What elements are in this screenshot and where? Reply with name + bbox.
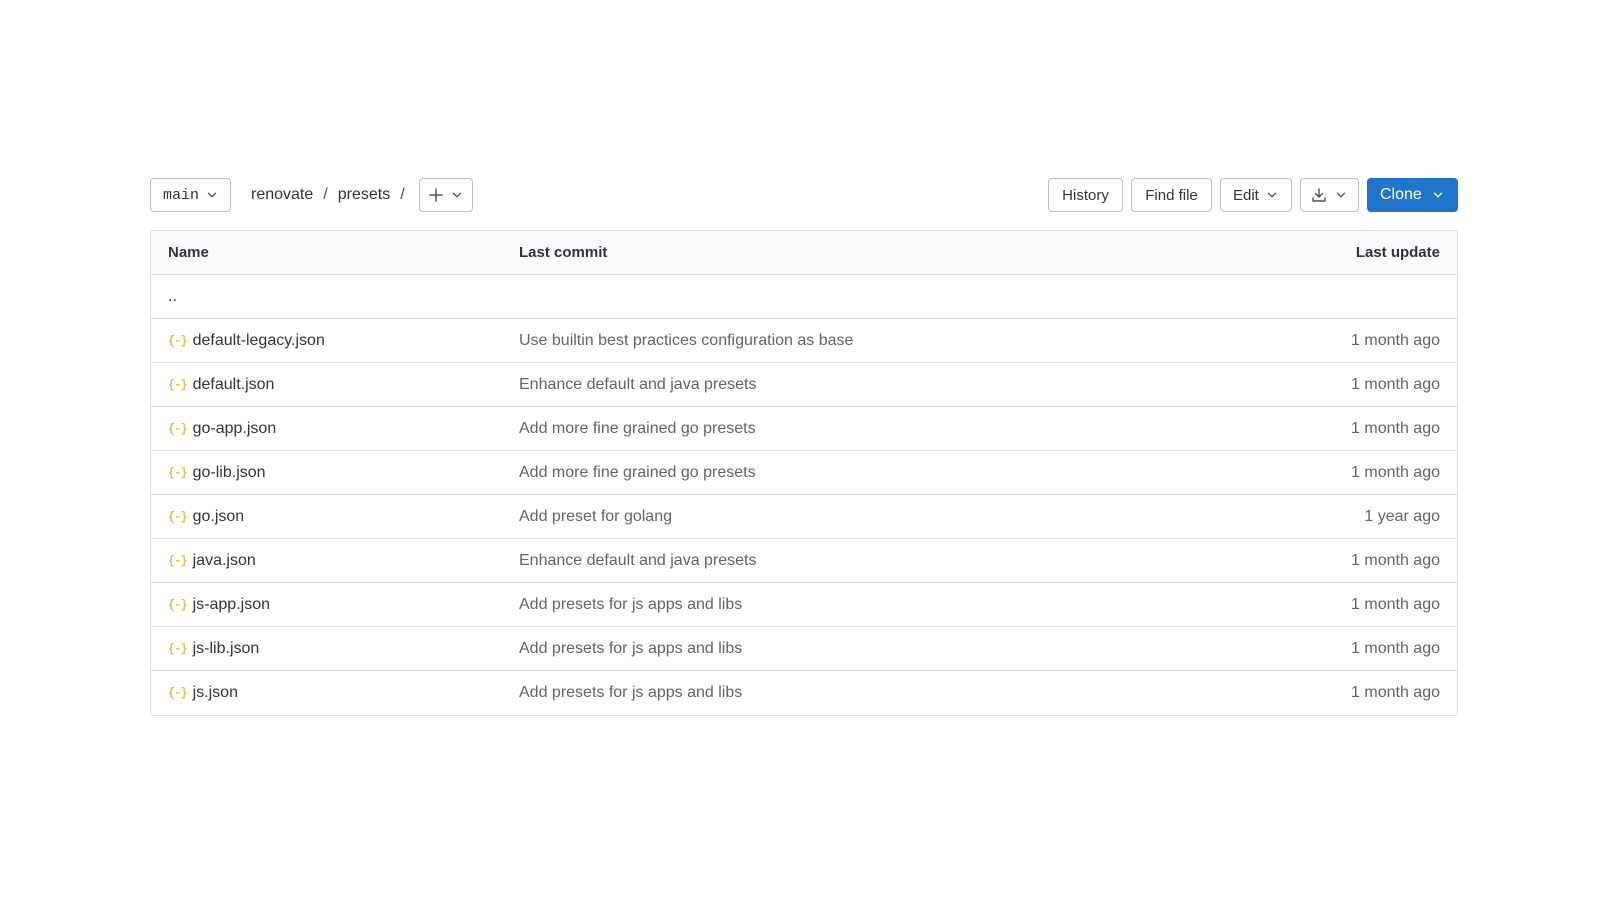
json-file-icon: {-} — [168, 553, 188, 568]
last-update-time: 1 month ago — [1351, 419, 1440, 437]
parent-directory-row[interactable]: .. — [151, 275, 1457, 319]
file-link[interactable]: java.json — [193, 552, 256, 570]
branch-selector[interactable]: main — [150, 178, 231, 212]
file-name-cell: {-} java.json — [151, 552, 519, 570]
commit-message-link[interactable]: Add more fine grained go presets — [519, 464, 1257, 482]
breadcrumb-separator: / — [323, 186, 328, 203]
table-row[interactable]: {-} js.json Add presets for js apps and li… — [151, 671, 1457, 715]
file-name-cell: {-} go-app.json — [151, 420, 519, 438]
last-update-time: 1 year ago — [1364, 507, 1440, 525]
json-file-icon: {-} — [168, 686, 188, 700]
table-row[interactable]: {-} js-lib.json Add presets for js apps an… — [151, 627, 1457, 671]
json-file-icon: {-} — [168, 465, 188, 480]
file-name-cell: {-} js-app.json — [151, 596, 519, 614]
repo-toolbar: main renovate / presets / History Find f… — [150, 178, 1458, 212]
last-update-time: 1 month ago — [1351, 551, 1440, 569]
plus-icon — [428, 187, 444, 203]
json-file-icon: {-} — [168, 597, 188, 612]
column-header-last-commit: Last commit — [519, 244, 608, 261]
commit-message-link[interactable]: Add presets for js apps and libs — [519, 684, 1257, 702]
commit-message-link[interactable]: Add more fine grained go presets — [519, 420, 1257, 438]
commit-message-link[interactable]: Add preset for golang — [519, 508, 1257, 526]
file-link[interactable]: default.json — [193, 376, 275, 394]
breadcrumb: renovate / presets / — [251, 186, 415, 204]
file-link[interactable]: js-lib.json — [193, 640, 260, 658]
toolbar-actions: History Find file Edit Clone — [1048, 178, 1458, 212]
breadcrumb-separator: / — [400, 186, 405, 203]
repository-browser: main renovate / presets / History Find f… — [150, 178, 1458, 716]
last-update-time: 1 month ago — [1351, 639, 1440, 657]
table-row[interactable]: {-} go.json Add preset for golang 1 year ag… — [151, 495, 1457, 539]
chevron-down-icon — [1265, 188, 1279, 202]
chevron-down-icon — [1334, 188, 1348, 202]
table-row[interactable]: {-} default.json Enhance default and java … — [151, 363, 1457, 407]
find-file-button[interactable]: Find file — [1131, 178, 1212, 212]
chevron-down-icon — [205, 188, 219, 202]
table-row[interactable]: {-} java.json Enhance default and java pre… — [151, 539, 1457, 583]
download-button[interactable] — [1300, 178, 1359, 212]
file-name-cell: {-} go-lib.json — [151, 464, 519, 482]
table-header: Name Last commit Last update — [151, 231, 1457, 275]
json-file-icon: {-} — [168, 333, 188, 348]
json-file-icon: {-} — [168, 377, 188, 392]
table-row[interactable]: {-} default-legacy.json Use builtin best p… — [151, 319, 1457, 363]
table-row[interactable]: {-} js-app.json Add presets for js apps an… — [151, 583, 1457, 627]
file-link[interactable]: go-app.json — [193, 420, 277, 438]
json-file-icon: {-} — [168, 509, 188, 524]
commit-message-link[interactable]: Enhance default and java presets — [519, 376, 1257, 394]
add-to-tree-button[interactable] — [418, 178, 473, 212]
file-name-cell: {-} js.json — [151, 684, 519, 702]
last-update-time: 1 month ago — [1351, 375, 1440, 393]
history-button[interactable]: History — [1048, 178, 1123, 212]
chevron-down-icon — [1431, 188, 1445, 202]
file-rows: {-} default-legacy.json Use builtin best p… — [151, 319, 1457, 715]
file-link[interactable]: go.json — [193, 508, 245, 526]
chevron-down-icon — [450, 188, 464, 202]
clone-label: Clone — [1380, 186, 1422, 203]
file-link[interactable]: js.json — [193, 684, 238, 702]
json-file-icon: {-} — [168, 641, 188, 656]
last-update-time: 1 month ago — [1351, 684, 1440, 701]
branch-name: main — [163, 186, 200, 204]
file-name-cell: {-} default.json — [151, 376, 519, 394]
breadcrumb-item-presets[interactable]: presets — [338, 186, 390, 204]
commit-message-link[interactable]: Add presets for js apps and libs — [519, 596, 1257, 614]
edit-button[interactable]: Edit — [1220, 178, 1292, 212]
commit-message-link[interactable]: Use builtin best practices configuration… — [519, 332, 1257, 350]
clone-button[interactable]: Clone — [1367, 178, 1458, 212]
file-link[interactable]: default-legacy.json — [193, 332, 325, 350]
table-row[interactable]: {-} go-app.json Add more fine grained go p… — [151, 407, 1457, 451]
edit-label: Edit — [1233, 186, 1259, 204]
file-name-cell: {-} go.json — [151, 508, 519, 526]
file-link[interactable]: js-app.json — [193, 596, 270, 614]
parent-directory-link[interactable]: .. — [151, 288, 519, 306]
file-name-cell: {-} js-lib.json — [151, 640, 519, 658]
column-header-name: Name — [168, 244, 209, 261]
json-file-icon: {-} — [168, 421, 188, 436]
commit-message-link[interactable]: Add presets for js apps and libs — [519, 640, 1257, 658]
file-name-cell: {-} default-legacy.json — [151, 332, 519, 350]
last-update-time: 1 month ago — [1351, 595, 1440, 613]
table-row[interactable]: {-} go-lib.json Add more fine grained go p… — [151, 451, 1457, 495]
last-update-time: 1 month ago — [1351, 331, 1440, 349]
file-tree-table: Name Last commit Last update .. {-} defau… — [150, 230, 1458, 716]
breadcrumb-item-renovate[interactable]: renovate — [251, 186, 313, 204]
commit-message-link[interactable]: Enhance default and java presets — [519, 552, 1257, 570]
last-update-time: 1 month ago — [1351, 463, 1440, 481]
column-header-last-update: Last update — [1355, 244, 1440, 261]
download-icon — [1311, 187, 1327, 203]
file-link[interactable]: go-lib.json — [193, 464, 266, 482]
